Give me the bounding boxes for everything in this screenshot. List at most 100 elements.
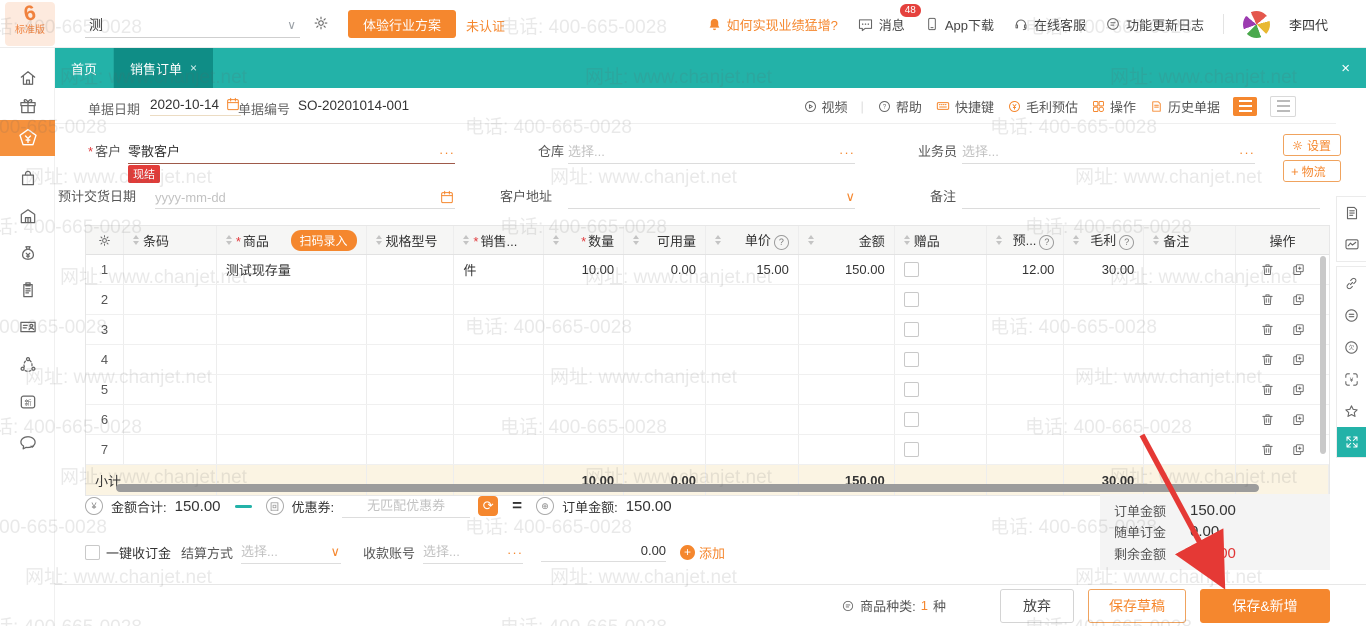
operations-tool[interactable]: 操作 — [1091, 97, 1136, 116]
table-cell[interactable] — [1144, 405, 1236, 434]
table-cell[interactable] — [454, 405, 544, 434]
gift-checkbox[interactable] — [904, 322, 919, 337]
table-cell[interactable] — [454, 375, 544, 404]
username[interactable]: 李四代 — [1289, 15, 1328, 34]
table-cell[interactable] — [367, 375, 455, 404]
table-cell[interactable] — [124, 315, 217, 344]
gift-checkbox[interactable] — [904, 382, 919, 397]
sort-icon[interactable] — [553, 235, 559, 245]
table-cell[interactable] — [987, 435, 1065, 464]
table-cell[interactable]: 10.00 — [544, 255, 624, 284]
chevron-down-icon[interactable]: ∨ — [331, 544, 342, 560]
table-cell[interactable] — [624, 315, 706, 344]
global-search-input[interactable]: 测 ∨ — [85, 12, 300, 38]
table-cell[interactable] — [1144, 315, 1236, 344]
table-cell[interactable] — [217, 435, 367, 464]
table-cell[interactable] — [895, 285, 987, 314]
chevron-down-icon[interactable]: ∨ — [845, 189, 855, 205]
salesman-select[interactable]: 选择... ··· — [962, 138, 1255, 164]
table-cell[interactable] — [1064, 435, 1144, 464]
table-cell[interactable]: 测试现存量 — [217, 255, 367, 284]
warehouse-select[interactable]: 选择... ··· — [568, 138, 855, 164]
table-cell[interactable] — [1144, 375, 1236, 404]
table-cell[interactable] — [1064, 405, 1144, 434]
table-cell[interactable] — [1236, 315, 1329, 344]
sidebar-item-warehouse[interactable] — [0, 199, 55, 233]
table-cell[interactable] — [367, 315, 455, 344]
changelog-button[interactable]: 功能更新日志 — [1105, 15, 1204, 34]
table-cell[interactable] — [124, 255, 217, 284]
insert-row-icon[interactable] — [1291, 322, 1306, 337]
hotkey-tool[interactable]: 快捷键 — [935, 97, 994, 116]
table-cell[interactable] — [217, 345, 367, 374]
sort-icon[interactable] — [904, 235, 910, 245]
table-cell[interactable] — [124, 345, 217, 374]
table-cell[interactable] — [544, 345, 624, 374]
table-cell[interactable] — [987, 285, 1065, 314]
one-key-deposit-checkbox[interactable] — [85, 545, 100, 560]
messages-button[interactable]: 消息 48 — [857, 15, 905, 34]
coupon-input[interactable]: 无匹配优惠券 — [342, 495, 470, 518]
table-cell[interactable] — [454, 435, 544, 464]
table-cell[interactable] — [895, 345, 987, 374]
table-cell[interactable] — [544, 405, 624, 434]
sort-icon[interactable] — [633, 235, 639, 245]
table-cell[interactable] — [895, 315, 987, 344]
doc-date-input[interactable]: 2020-10-14 — [150, 96, 241, 116]
rail-chart-icon[interactable] — [1337, 229, 1366, 261]
cert-status[interactable]: 未认证 — [466, 16, 505, 35]
table-cell[interactable] — [454, 285, 544, 314]
account-more-icon[interactable]: ··· — [507, 545, 523, 560]
add-payment-button[interactable]: + 添加 — [680, 543, 725, 562]
table-cell[interactable] — [367, 255, 455, 284]
table-cell[interactable] — [124, 435, 217, 464]
customer-address-select[interactable]: ∨ — [568, 183, 855, 209]
table-cell[interactable] — [624, 375, 706, 404]
insert-row-icon[interactable] — [1291, 382, 1306, 397]
table-cell[interactable] — [217, 405, 367, 434]
customer-input[interactable]: 零散客户 ··· — [128, 138, 455, 164]
table-cell[interactable] — [706, 375, 799, 404]
table-cell[interactable] — [799, 435, 895, 464]
close-all-tabs-icon[interactable]: × — [1333, 48, 1358, 88]
sidebar-item-funds[interactable] — [0, 236, 55, 270]
gift-checkbox[interactable] — [904, 262, 919, 277]
table-cell[interactable] — [987, 315, 1065, 344]
column-settings-icon[interactable] — [97, 233, 112, 248]
salesman-more-icon[interactable]: ··· — [1239, 145, 1255, 160]
table-cell[interactable] — [895, 405, 987, 434]
receive-account-select[interactable]: 选择... ··· — [423, 541, 523, 564]
settings-button[interactable]: 设置 — [1283, 134, 1341, 156]
gift-checkbox[interactable] — [904, 292, 919, 307]
sort-icon[interactable] — [463, 235, 469, 245]
table-cell[interactable] — [454, 345, 544, 374]
tab-sales-order[interactable]: 销售订单 × — [114, 48, 213, 88]
warehouse-more-icon[interactable]: ··· — [839, 145, 855, 160]
table-cell[interactable] — [1064, 345, 1144, 374]
table-cell[interactable] — [544, 315, 624, 344]
table-cell[interactable] — [624, 405, 706, 434]
insert-row-icon[interactable] — [1291, 292, 1306, 307]
table-cell[interactable] — [1236, 345, 1329, 374]
table-cell[interactable] — [124, 285, 217, 314]
rail-owe-icon[interactable]: 欠 — [1337, 331, 1366, 363]
help-icon[interactable]: ? — [1119, 235, 1134, 250]
table-cell[interactable] — [895, 435, 987, 464]
table-cell[interactable]: 15.00 — [706, 255, 799, 284]
table-cell[interactable]: 件 — [454, 255, 544, 284]
help-icon[interactable]: ? — [774, 235, 789, 250]
table-cell[interactable] — [454, 315, 544, 344]
chevron-down-icon[interactable]: ∨ — [287, 18, 296, 32]
delete-row-icon[interactable] — [1260, 352, 1275, 367]
tab-home[interactable]: 首页 — [55, 48, 114, 88]
deposit-amount-input[interactable]: 0.00 — [541, 543, 666, 562]
split-view-toggle[interactable] — [1270, 96, 1296, 117]
sidebar-item-contacts[interactable] — [0, 310, 55, 344]
tab-close-icon[interactable]: × — [190, 61, 197, 75]
gift-checkbox[interactable] — [904, 442, 919, 457]
table-cell[interactable] — [544, 435, 624, 464]
table-cell[interactable] — [124, 405, 217, 434]
sort-icon[interactable] — [133, 235, 139, 245]
table-cell[interactable] — [799, 285, 895, 314]
save-and-new-button[interactable]: 保存&新增 — [1200, 589, 1330, 623]
